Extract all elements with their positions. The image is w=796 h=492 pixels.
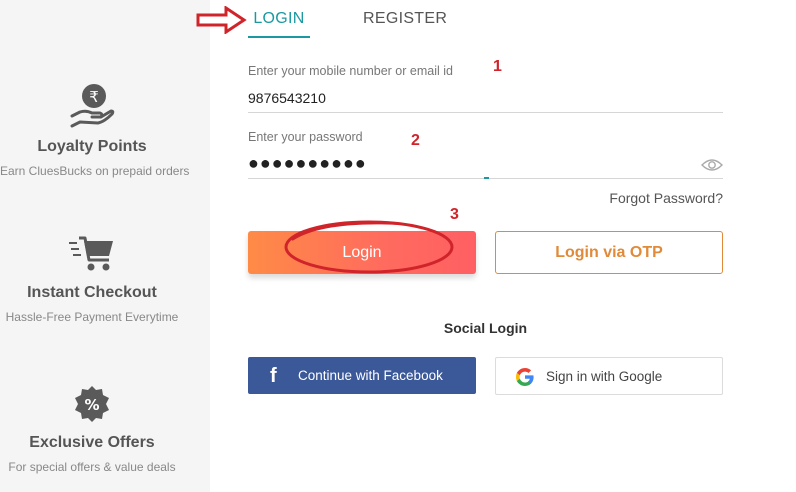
social-login-title: Social Login [443, 320, 528, 336]
eye-icon[interactable] [701, 157, 723, 173]
feature-subtitle: Earn CluesBucks on prepaid orders [0, 164, 190, 178]
facebook-icon: f [270, 365, 277, 387]
id-field-underline [248, 112, 723, 113]
id-field[interactable]: 9876543210 [248, 90, 326, 106]
feature-title: Exclusive Offers [29, 434, 155, 451]
forgot-password-link[interactable]: Forgot Password? [609, 190, 723, 206]
step-2-annotation: 2 [411, 132, 420, 149]
id-field-label: Enter your mobile number or email id [248, 64, 453, 78]
google-icon [516, 368, 534, 386]
facebook-login-button[interactable]: f Continue with Facebook [248, 357, 476, 394]
tab-login[interactable]: LOGIN [248, 10, 310, 38]
google-button-label: Sign in with Google [546, 368, 663, 384]
feature-exclusive-offers: % Exclusive Offers For special offers & … [0, 384, 184, 474]
feature-instant-checkout: Instant Checkout Hassle-Free Payment Eve… [0, 234, 184, 324]
facebook-button-label: Continue with Facebook [298, 368, 443, 383]
feature-title: Instant Checkout [27, 284, 157, 301]
feature-subtitle: For special offers & value deals [8, 460, 176, 474]
step-1-annotation: 1 [493, 58, 502, 75]
rupee-hand-icon: ₹ [70, 84, 115, 128]
percent-badge-icon: % [75, 386, 109, 422]
password-field[interactable]: ●●●●●●●●●● [248, 154, 367, 172]
svg-text:₹: ₹ [89, 88, 99, 106]
login-via-otp-button[interactable]: Login via OTP [495, 231, 723, 274]
feature-loyalty-points: ₹ Loyalty Points Earn CluesBucks on prep… [0, 82, 190, 178]
password-field-label: Enter your password [248, 130, 363, 144]
cart-icon [69, 236, 113, 271]
svg-text:%: % [84, 396, 99, 414]
features-panel: ₹ Loyalty Points Earn CluesBucks on prep… [0, 0, 210, 492]
feature-title: Loyalty Points [37, 138, 147, 155]
login-button[interactable]: Login [248, 231, 476, 274]
google-signin-button[interactable]: Sign in with Google [495, 357, 723, 395]
focus-indicator [484, 177, 489, 179]
feature-subtitle: Hassle-Free Payment Everytime [5, 310, 179, 324]
tab-register[interactable]: REGISTER [363, 10, 447, 28]
step-3-annotation: 3 [450, 206, 459, 223]
arrow-annotation-icon [196, 6, 247, 34]
